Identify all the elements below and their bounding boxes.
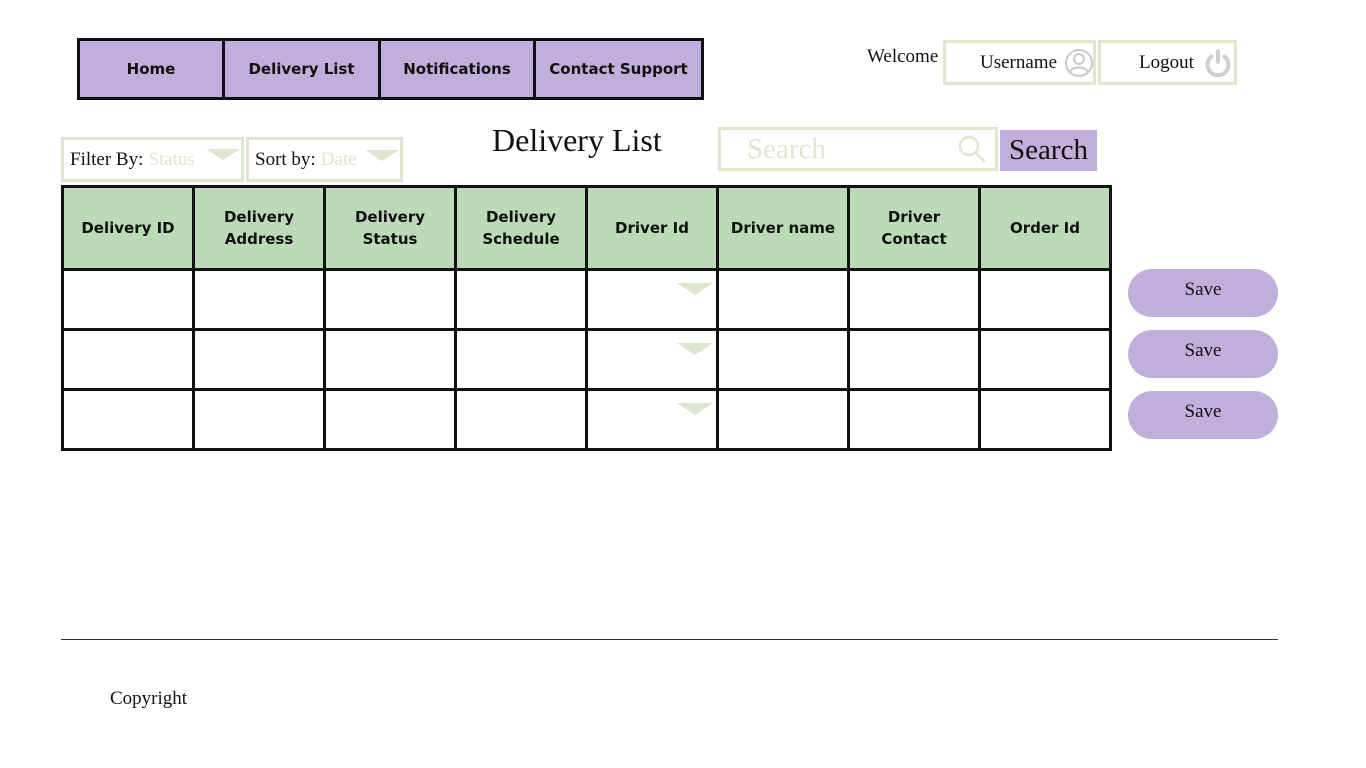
sort-label: Sort by: — [255, 148, 316, 170]
table-cell — [192, 388, 326, 451]
column-header-delivery-schedule: Delivery Schedule — [454, 185, 588, 271]
filter-select[interactable]: Filter By: Status — [61, 137, 244, 182]
table-cell — [978, 268, 1112, 331]
column-header-delivery-address: Delivery Address — [192, 185, 326, 271]
save-button-row-1[interactable]: Save — [1128, 269, 1278, 317]
table-cell — [192, 328, 326, 391]
column-header-order-id: Order Id — [978, 185, 1112, 271]
nav-home[interactable]: Home — [80, 41, 225, 97]
table-cell — [454, 268, 588, 331]
nav-notifications[interactable]: Notifications — [381, 41, 536, 97]
table-cell — [323, 388, 457, 451]
table-cell — [61, 328, 195, 391]
table-cell — [323, 328, 457, 391]
table-cell — [454, 328, 588, 391]
table-cell — [847, 268, 981, 331]
chevron-down-icon — [206, 149, 240, 160]
search-input[interactable] — [721, 130, 941, 168]
table-cell — [847, 388, 981, 451]
column-header-driver-contact: Driver Contact — [847, 185, 981, 271]
delivery-table: Delivery ID Delivery Address Delivery St… — [61, 185, 1112, 451]
search-button[interactable]: Search — [1000, 130, 1097, 171]
username-box[interactable]: Username — [943, 40, 1096, 85]
nav-delivery-list[interactable]: Delivery List — [225, 41, 381, 97]
table-row — [61, 328, 1112, 391]
logout-label: Logout — [1139, 51, 1194, 73]
driver-id-select[interactable] — [585, 388, 719, 451]
table-cell — [716, 388, 850, 451]
column-header-driver-id: Driver Id — [585, 185, 719, 271]
copyright-text: Copyright — [110, 688, 188, 709]
logout-button[interactable]: Logout — [1098, 40, 1237, 85]
footer-divider — [61, 639, 1278, 640]
search-field — [718, 127, 998, 171]
table-row — [61, 268, 1112, 331]
chevron-down-icon[interactable] — [677, 283, 713, 295]
save-button-row-3[interactable]: Save — [1128, 391, 1278, 439]
username-label: Username — [980, 51, 1058, 73]
save-button-row-2[interactable]: Save — [1128, 330, 1278, 378]
filter-value: Status — [148, 148, 195, 170]
table-cell — [192, 268, 326, 331]
power-icon — [1205, 49, 1231, 78]
table-header-row: Delivery ID Delivery Address Delivery St… — [61, 185, 1112, 271]
column-header-delivery-id: Delivery ID — [61, 185, 195, 271]
driver-id-select[interactable] — [585, 328, 719, 391]
table-cell — [61, 268, 195, 331]
column-header-driver-name: Driver name — [716, 185, 850, 271]
chevron-down-icon[interactable] — [677, 403, 713, 415]
table-cell — [978, 328, 1112, 391]
chevron-down-icon — [365, 150, 399, 161]
sort-select[interactable]: Sort by: Date — [246, 137, 403, 182]
column-header-delivery-status: Delivery Status — [323, 185, 457, 271]
page-title: Delivery List — [492, 122, 662, 158]
nav-contact-support[interactable]: Contact Support — [536, 41, 701, 97]
filter-label: Filter By: — [70, 148, 144, 170]
table-cell — [847, 328, 981, 391]
driver-id-select[interactable] — [585, 268, 719, 331]
main-nav: Home Delivery List Notifications Contact… — [77, 38, 704, 100]
table-row — [61, 388, 1112, 451]
user-circle-icon — [1065, 49, 1093, 77]
table-cell — [716, 268, 850, 331]
table-cell — [61, 388, 195, 451]
table-cell — [716, 328, 850, 391]
chevron-down-icon[interactable] — [677, 343, 713, 355]
table-cell — [323, 268, 457, 331]
sort-value: Date — [320, 148, 357, 170]
welcome-text: Welcome — [867, 46, 939, 67]
table-cell — [978, 388, 1112, 451]
table-cell — [454, 388, 588, 451]
search-icon[interactable] — [957, 134, 987, 164]
